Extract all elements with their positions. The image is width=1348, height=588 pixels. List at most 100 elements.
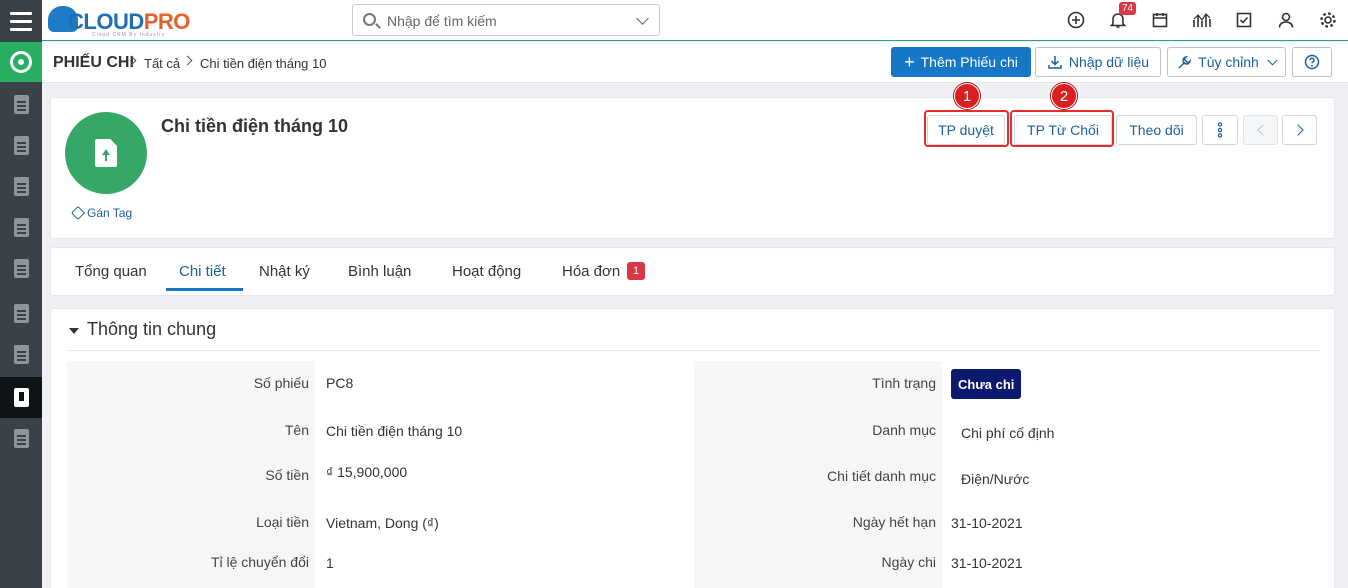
menu-icon[interactable] bbox=[0, 0, 42, 42]
notification-badge: 74 bbox=[1119, 2, 1137, 15]
more-options-button[interactable] bbox=[1202, 115, 1238, 145]
record-tabs: Tổng quan Chi tiết Nhật ký Bình luận Hoạ… bbox=[50, 247, 1335, 296]
calculator-icon bbox=[13, 136, 29, 155]
breadcrumb-all[interactable]: Tất cả bbox=[144, 56, 180, 71]
list-doc-icon bbox=[13, 429, 29, 448]
record-avatar bbox=[65, 112, 147, 194]
add-circle-icon[interactable] bbox=[1066, 10, 1086, 30]
active-tab-indicator bbox=[166, 288, 243, 291]
customize-button[interactable]: Tùy chỉnh bbox=[1167, 47, 1286, 77]
home-icon[interactable] bbox=[0, 42, 42, 82]
field-label-amount: Số tiền bbox=[265, 467, 309, 483]
record-title: Chi tiền điện tháng 10 bbox=[161, 116, 349, 136]
field-label-name: Tên bbox=[284, 422, 309, 438]
field-value-due-date[interactable]: 31-10-2021 bbox=[951, 515, 1023, 531]
field-label-category: Danh mục bbox=[872, 422, 936, 438]
section-divider bbox=[67, 350, 1319, 351]
annotation-box-approve bbox=[924, 110, 1009, 147]
follow-button[interactable]: Theo dõi bbox=[1116, 115, 1197, 145]
logo-tagline: Cloud CRM By Industry bbox=[92, 32, 166, 38]
record-header-card: Gán Tag Chi tiền điện tháng 10 TP duyệt … bbox=[50, 83, 1335, 239]
breadcrumb-current: Chi tiền điện tháng 10 bbox=[200, 56, 327, 71]
field-value-exchange-rate[interactable]: 1 bbox=[326, 555, 334, 571]
upload-file-icon bbox=[95, 139, 117, 167]
field-value-currency[interactable]: Vietnam, Dong (₫) bbox=[326, 515, 439, 531]
add-payment-voucher-button[interactable]: + Thêm Phiếu chi bbox=[891, 47, 1031, 77]
upload-doc-icon bbox=[13, 388, 29, 407]
sidebar-item-invoice[interactable] bbox=[0, 166, 42, 207]
top-header: CLOUDPRO Cloud CRM By Industry Nhập để t… bbox=[42, 0, 1348, 41]
gear-icon[interactable] bbox=[1318, 10, 1338, 30]
download-icon bbox=[1048, 56, 1062, 69]
chart-icon bbox=[13, 345, 29, 364]
chevron-right-icon bbox=[1291, 124, 1304, 136]
sidebar-item-chart[interactable] bbox=[0, 334, 42, 375]
field-label-status: Tình trạng bbox=[872, 375, 936, 391]
tab-details[interactable]: Chi tiết bbox=[179, 263, 226, 280]
field-label-due-date: Ngày hết hạn bbox=[852, 514, 936, 530]
sidebar-item-payment-voucher[interactable] bbox=[0, 377, 42, 418]
calendar-icon[interactable] bbox=[1150, 10, 1170, 30]
help-button[interactable] bbox=[1292, 47, 1332, 77]
search-input[interactable]: Nhập để tìm kiếm bbox=[352, 4, 660, 36]
annotation-number-2: 2 bbox=[1051, 83, 1077, 109]
analytics-icon[interactable] bbox=[1192, 10, 1212, 30]
field-label-voucher-no: Số phiếu bbox=[253, 375, 309, 391]
search-placeholder: Nhập để tìm kiếm bbox=[387, 13, 497, 29]
invoices-count-badge: 1 bbox=[627, 262, 645, 280]
sidebar-item-book[interactable] bbox=[0, 248, 42, 289]
search-icon bbox=[363, 13, 376, 26]
tab-log[interactable]: Nhật ký bbox=[259, 263, 310, 280]
assign-tag-link[interactable]: Gán Tag bbox=[70, 205, 132, 221]
tab-activities[interactable]: Hoạt động bbox=[452, 263, 521, 280]
field-label-currency: Loại tiền bbox=[256, 514, 309, 530]
tab-overview[interactable]: Tổng quan bbox=[75, 263, 147, 280]
logo-accent: PRO bbox=[143, 9, 191, 34]
field-label-exchange-rate: Tỉ lệ chuyển đổi bbox=[210, 554, 309, 570]
field-value-name[interactable]: Chi tiền điện tháng 10 bbox=[326, 423, 462, 439]
sidebar-item-download-doc[interactable] bbox=[0, 293, 42, 334]
user-icon[interactable] bbox=[1276, 10, 1296, 30]
field-value-amount[interactable]: ₫ 15,900,000 bbox=[326, 464, 407, 480]
status-badge[interactable]: Chưa chi bbox=[951, 369, 1022, 399]
logo-main: CLOUD bbox=[68, 9, 144, 34]
field-value-payment-date[interactable]: 31-10-2021 bbox=[951, 555, 1023, 571]
invoice-icon bbox=[13, 177, 29, 196]
tab-comments[interactable]: Bình luận bbox=[348, 263, 411, 280]
next-record-button[interactable] bbox=[1282, 115, 1317, 145]
caret-down-icon[interactable] bbox=[69, 328, 79, 334]
chevron-down-icon[interactable] bbox=[636, 12, 649, 25]
breadcrumb: PHIẾU CHI Tất cả Chi tiền điện tháng 10 … bbox=[42, 42, 1348, 83]
field-value-category[interactable]: Chi phí cố định bbox=[961, 425, 1054, 441]
field-label-payment-date: Ngày chi bbox=[881, 554, 936, 570]
annotation-box-reject bbox=[1010, 110, 1114, 147]
annotation-number-1: 1 bbox=[954, 83, 980, 109]
sidebar-item-money-bag[interactable] bbox=[0, 84, 42, 125]
module-title[interactable]: PHIẾU CHI bbox=[53, 54, 134, 72]
field-value-category-detail[interactable]: Điện/Nước bbox=[961, 471, 1029, 487]
field-label-category-detail: Chi tiết danh mục bbox=[827, 468, 936, 484]
book-icon bbox=[13, 259, 29, 278]
general-info-section: Thông tin chung Số phiếu PC8 Tên Chi tiề… bbox=[50, 308, 1335, 588]
money-bag-icon bbox=[13, 95, 29, 114]
chevron-left-icon bbox=[1256, 124, 1269, 136]
sidebar-item-dollar-doc[interactable] bbox=[0, 207, 42, 248]
download-doc-icon bbox=[13, 304, 29, 323]
section-title[interactable]: Thông tin chung bbox=[87, 319, 216, 340]
checkbox-icon[interactable] bbox=[1234, 10, 1254, 30]
vertical-dots-icon bbox=[1217, 122, 1223, 138]
field-value-voucher-no[interactable]: PC8 bbox=[326, 375, 353, 391]
tag-icon bbox=[70, 205, 86, 221]
chevron-right-icon bbox=[182, 55, 193, 66]
import-data-button[interactable]: Nhập dữ liệu bbox=[1035, 47, 1161, 77]
chevron-down-icon bbox=[1267, 55, 1278, 65]
left-rail bbox=[0, 0, 42, 588]
plus-icon: + bbox=[904, 52, 915, 72]
wrench-icon bbox=[1178, 55, 1192, 69]
question-icon bbox=[1304, 54, 1320, 70]
sidebar-item-calculator[interactable] bbox=[0, 125, 42, 166]
previous-record-button[interactable] bbox=[1243, 115, 1278, 145]
sidebar-item-list-doc[interactable] bbox=[0, 418, 42, 459]
tab-invoices[interactable]: Hóa đơn bbox=[562, 263, 620, 280]
dollar-doc-icon bbox=[13, 218, 29, 237]
